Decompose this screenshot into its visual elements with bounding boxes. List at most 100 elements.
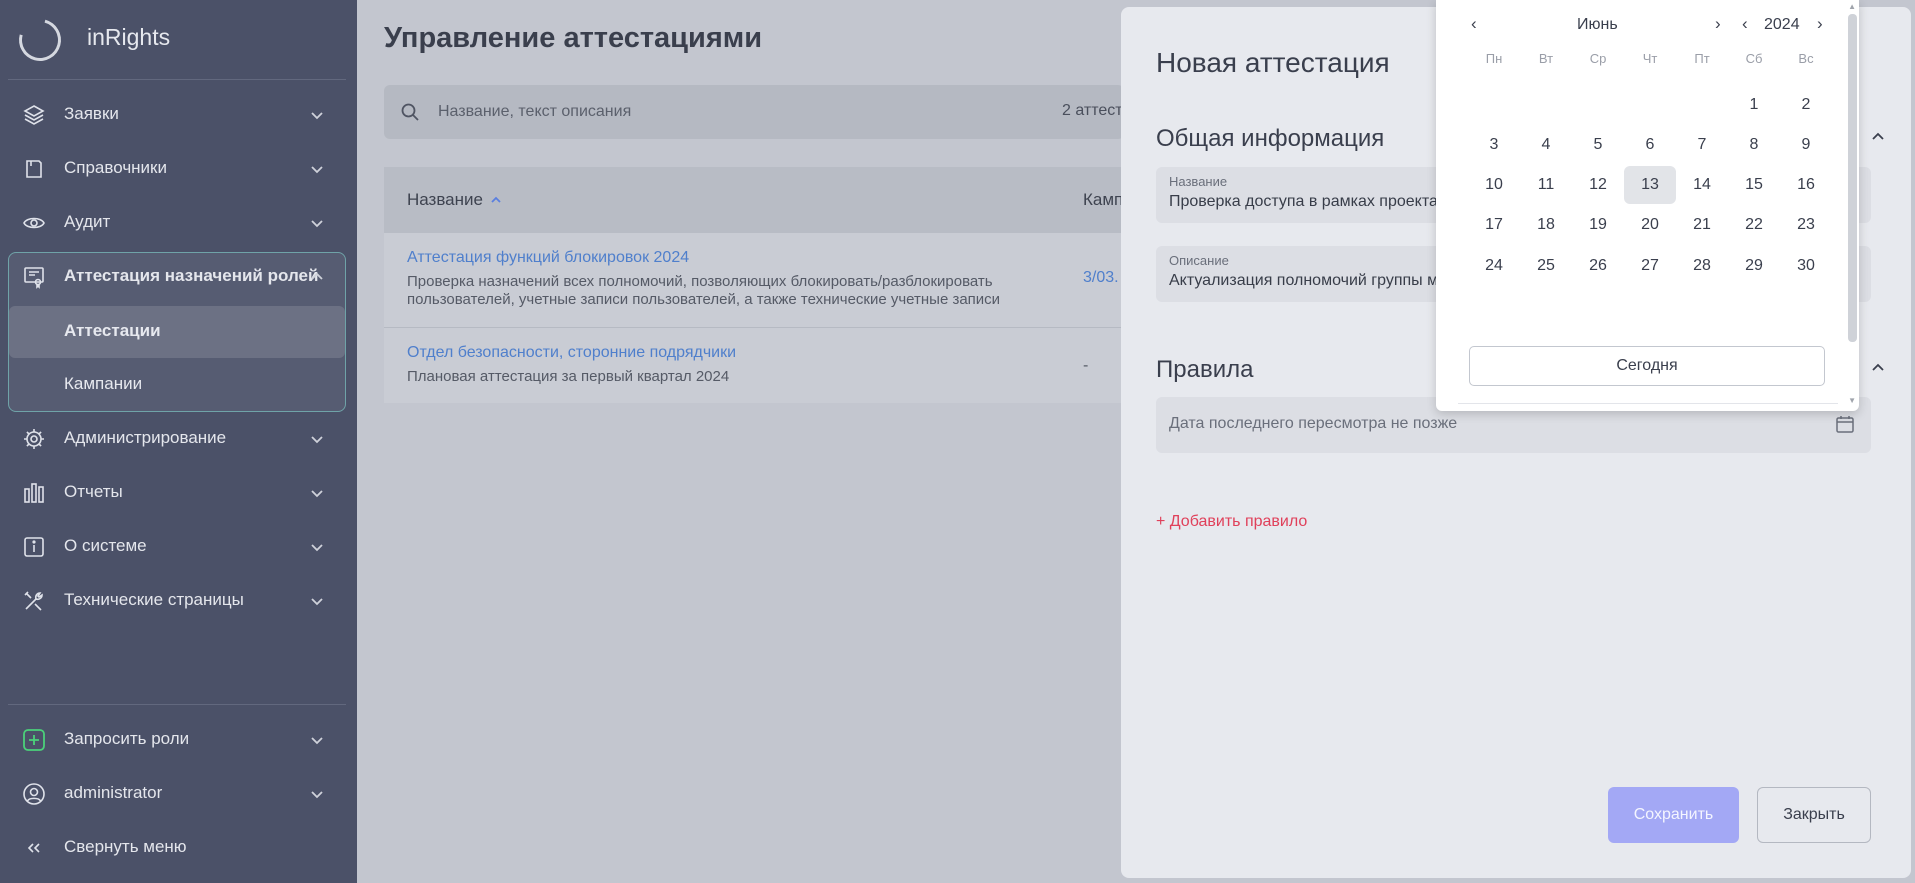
collapse-menu-label: Свернуть меню bbox=[64, 837, 187, 856]
calendar-day[interactable]: 10 bbox=[1468, 166, 1520, 204]
sidebar-subitem-campaigns[interactable]: Кампании bbox=[9, 359, 345, 411]
calendar-day[interactable]: 5 bbox=[1572, 126, 1624, 164]
row-description: Плановая аттестация за первый квартал 20… bbox=[407, 368, 730, 385]
chevron-down-icon bbox=[311, 436, 323, 444]
sidebar-item-directories[interactable]: Справочники bbox=[8, 142, 346, 196]
column-header-name[interactable]: Название bbox=[407, 190, 503, 210]
calendar-day[interactable]: 22 bbox=[1728, 206, 1780, 244]
calendar-day[interactable]: 29 bbox=[1728, 247, 1780, 285]
row-description: Проверка назначений всех полномочий, поз… bbox=[407, 273, 993, 290]
collapse-menu-button[interactable]: Свернуть меню bbox=[8, 821, 346, 875]
month-label[interactable]: Июнь bbox=[1577, 16, 1618, 34]
sidebar-item-label: Справочники bbox=[64, 158, 167, 177]
search-bar: 2 аттест bbox=[384, 85, 1124, 139]
sidebar-item-audit[interactable]: Аудит bbox=[8, 196, 346, 250]
calendar-day[interactable]: 28 bbox=[1676, 247, 1728, 285]
scroll-down-arrow-icon[interactable]: ▼ bbox=[1848, 396, 1856, 405]
calendar-day[interactable]: 4 bbox=[1520, 126, 1572, 164]
logo-ring-icon bbox=[11, 11, 69, 69]
sidebar-item-about[interactable]: О системе bbox=[8, 520, 346, 574]
layers-icon bbox=[23, 105, 45, 125]
calendar-day[interactable]: 20 bbox=[1624, 206, 1676, 244]
chevron-up-icon[interactable] bbox=[1870, 129, 1886, 145]
prev-month-button[interactable]: ‹ bbox=[1471, 14, 1477, 34]
description-field-value[interactable]: Актуализация полномочий группы м bbox=[1169, 272, 1438, 290]
info-icon bbox=[24, 537, 44, 557]
add-rule-link[interactable]: + Добавить правило bbox=[1156, 513, 1307, 531]
row-title-link[interactable]: Отдел безопасности, сторонние подрядчики bbox=[407, 344, 736, 362]
calendar-day[interactable]: 15 bbox=[1728, 166, 1780, 204]
sidebar-subitem-certifications[interactable]: Аттестации bbox=[9, 306, 345, 358]
calendar-day[interactable]: 14 bbox=[1676, 166, 1728, 204]
table-row[interactable]: Аттестация функций блокировок 2024 Прове… bbox=[384, 233, 1124, 328]
today-button[interactable]: Сегодня bbox=[1469, 346, 1825, 386]
request-roles-button[interactable]: Запросить роли bbox=[8, 713, 346, 767]
calendar-day[interactable]: 11 bbox=[1520, 166, 1572, 204]
section-rules-title: Правила bbox=[1156, 356, 1254, 383]
calendar-day[interactable]: 21 bbox=[1676, 206, 1728, 244]
sidebar-item-tech-pages[interactable]: Технические страницы bbox=[8, 574, 346, 628]
prev-year-button[interactable]: ‹ bbox=[1742, 14, 1748, 34]
sidebar-item-label: О системе bbox=[64, 536, 147, 555]
calendar-icon[interactable] bbox=[1835, 414, 1855, 434]
calendar-day[interactable]: 6 bbox=[1624, 126, 1676, 164]
calendar-day[interactable]: 30 bbox=[1780, 247, 1832, 285]
close-button[interactable]: Закрыть bbox=[1757, 787, 1871, 843]
calendar-day[interactable]: 9 bbox=[1780, 126, 1832, 164]
description-field-label: Описание bbox=[1169, 253, 1229, 268]
sidebar-item-label: Аттестация назначений ролей bbox=[64, 266, 319, 285]
chevron-up-icon[interactable] bbox=[1870, 360, 1886, 376]
row-campaign-link[interactable]: 3/03. bbox=[1083, 269, 1119, 287]
sidebar-item-role-certification[interactable]: Аттестация назначений ролей bbox=[8, 250, 346, 304]
divider bbox=[1458, 403, 1838, 404]
page-title: Управление аттестациями bbox=[384, 22, 763, 54]
certifications-table: Название Камп Аттестация функций блокиро… bbox=[384, 167, 1124, 403]
row-campaign: - bbox=[1083, 357, 1089, 374]
weekday-label: Чт bbox=[1642, 51, 1658, 66]
calendar-day[interactable]: 3 bbox=[1468, 126, 1520, 164]
plus-square-icon bbox=[23, 729, 45, 751]
row-title-link[interactable]: Аттестация функций блокировок 2024 bbox=[407, 249, 689, 267]
next-month-button[interactable]: › bbox=[1715, 14, 1721, 34]
calendar-day[interactable]: 16 bbox=[1780, 166, 1832, 204]
calendar-day[interactable]: 25 bbox=[1520, 247, 1572, 285]
save-button[interactable]: Сохранить bbox=[1608, 787, 1739, 843]
calendar-day[interactable]: 23 bbox=[1780, 206, 1832, 244]
sidebar-item-requests[interactable]: Заявки bbox=[8, 88, 346, 142]
username: administrator bbox=[64, 783, 163, 802]
user-menu[interactable]: administrator bbox=[8, 767, 346, 821]
sidebar-item-label: Отчеты bbox=[64, 482, 123, 501]
calendar-day[interactable]: 26 bbox=[1572, 247, 1624, 285]
search-input[interactable] bbox=[438, 99, 958, 125]
tools-icon bbox=[24, 591, 43, 611]
row-description: пользователей, учетные записи пользовате… bbox=[407, 291, 1001, 308]
calendar-day[interactable]: 12 bbox=[1572, 166, 1624, 204]
calendar-day[interactable]: 19 bbox=[1572, 206, 1624, 244]
calendar-day[interactable]: 13 bbox=[1624, 166, 1676, 204]
calendar-day[interactable]: 24 bbox=[1468, 247, 1520, 285]
calendar-day[interactable]: 1 bbox=[1728, 86, 1780, 124]
calendar-day[interactable]: 2 bbox=[1780, 86, 1832, 124]
calendar-day[interactable]: 8 bbox=[1728, 126, 1780, 164]
name-field-value[interactable]: Проверка доступа в рамках проекта bbox=[1169, 193, 1438, 211]
calendar-day[interactable]: 27 bbox=[1624, 247, 1676, 285]
gear-icon bbox=[24, 429, 44, 449]
table-row[interactable]: Отдел безопасности, сторонние подрядчики… bbox=[384, 328, 1124, 403]
column-header-campaign[interactable]: Камп bbox=[1083, 190, 1123, 210]
calendar-day[interactable]: 17 bbox=[1468, 206, 1520, 244]
next-year-button[interactable]: › bbox=[1817, 14, 1823, 34]
chevron-down-icon bbox=[311, 737, 323, 745]
sidebar-item-administration[interactable]: Администрирование bbox=[8, 412, 346, 466]
scrollbar[interactable] bbox=[1848, 14, 1857, 342]
chevron-down-icon bbox=[311, 598, 323, 606]
calendar-day[interactable]: 7 bbox=[1676, 126, 1728, 164]
calendar-day[interactable]: 18 bbox=[1520, 206, 1572, 244]
weekday-label: Ср bbox=[1589, 51, 1607, 66]
section-general-title: Общая информация bbox=[1156, 125, 1385, 152]
sidebar-item-reports[interactable]: Отчеты bbox=[8, 466, 346, 520]
logo[interactable]: inRights bbox=[0, 0, 357, 79]
double-chevron-left-icon bbox=[27, 843, 40, 853]
scroll-up-arrow-icon[interactable]: ▲ bbox=[1848, 2, 1856, 11]
sidebar-item-label: Технические страницы bbox=[64, 590, 244, 609]
year-label[interactable]: 2024 bbox=[1764, 16, 1800, 34]
